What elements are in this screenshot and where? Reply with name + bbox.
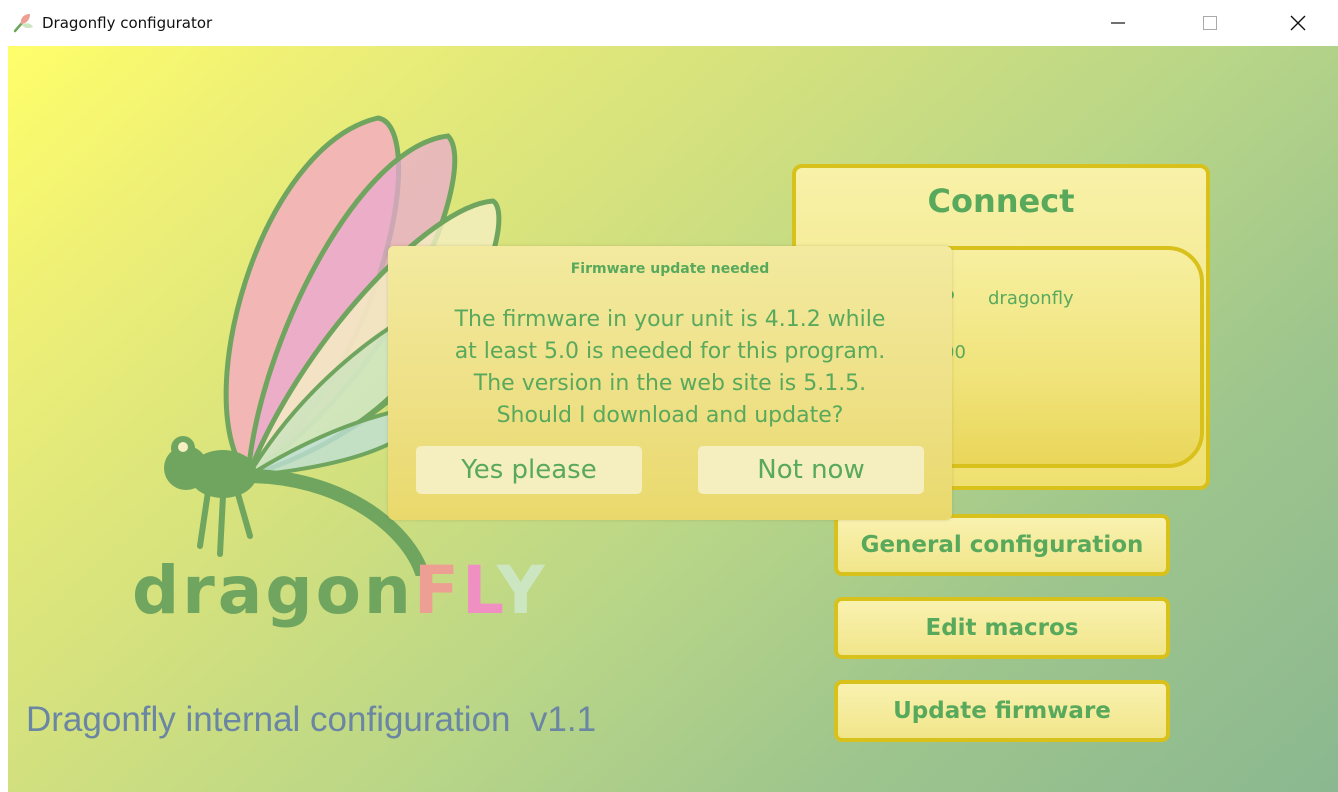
dialog-message-line: The firmware in your unit is 4.1.2 while [454, 307, 886, 332]
window-title: Dragonfly configurator [42, 14, 213, 32]
not-now-button[interactable]: Not now [698, 446, 924, 494]
yes-please-button[interactable]: Yes please [416, 446, 642, 494]
edit-macros-button[interactable]: Edit macros [834, 597, 1170, 659]
brand-wordmark: dragonFLY [132, 558, 548, 624]
close-icon [1290, 15, 1306, 31]
device-name: dragonfly [988, 288, 1074, 309]
connect-title: Connect [927, 182, 1075, 220]
firmware-update-dialog: Firmware update needed The firmware in y… [388, 246, 952, 520]
brand-part-dragon: dragon [132, 552, 414, 629]
maximize-icon [1203, 16, 1217, 30]
brand-part-l: L [462, 552, 497, 629]
dialog-message-line: The version in the web site is 5.1.5. [473, 371, 867, 396]
main-area: dragonFLY Dragonfly internal configurati… [8, 46, 1338, 792]
app-subtitle: Dragonfly internal configuration v1.1 [26, 700, 597, 739]
general-configuration-button[interactable]: General configuration [834, 514, 1170, 576]
title-bar[interactable]: Dragonfly configurator [0, 0, 1338, 46]
dialog-message-line: Should I download and update? [496, 403, 844, 428]
brand-part-y: Y [496, 552, 548, 629]
dragonfly-app-icon [13, 14, 33, 33]
maximize-button[interactable] [1170, 0, 1250, 46]
minimize-icon [1111, 22, 1125, 24]
minimize-button[interactable] [1078, 0, 1158, 46]
update-firmware-button[interactable]: Update firmware [834, 680, 1170, 742]
close-button[interactable] [1258, 0, 1338, 46]
dialog-message-line: at least 5.0 is needed for this program. [454, 339, 886, 364]
dialog-title: Firmware update needed [570, 261, 770, 277]
brand-part-f: F [413, 552, 462, 629]
